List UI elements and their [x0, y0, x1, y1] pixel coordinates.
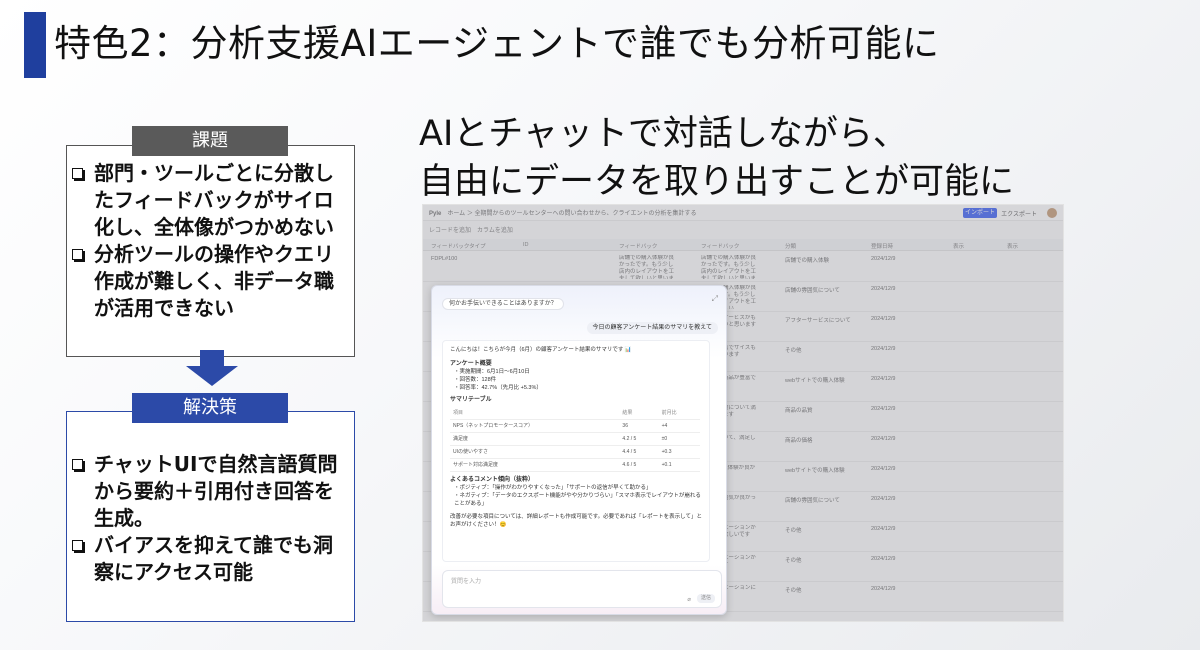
solution-item: チャットUIで自然言語質問から要約＋引用付き回答を生成。	[72, 451, 348, 532]
comment-item: ・ポジティブ：「操作がわかりやすくなった」「サポートの返信が早くて助かる」	[454, 485, 652, 491]
checkbox-bullet-icon	[72, 451, 94, 478]
survey-heading: アンケート概要	[450, 361, 492, 367]
summary-table: 項目 結果 前月比 NPS（ネットプロモータースコア） 36 +4 満足度 4.2 /…	[450, 407, 700, 472]
problem-item: 分析ツールの操作やクエリ作成が難しく、非データ職が活用できない	[72, 241, 352, 322]
solution-list: チャットUIで自然言語質問から要約＋引用付き回答を生成。 バイアスを抑えて誰でも…	[72, 451, 348, 586]
headline: AIとチャットで対話しながら、 自由にデータを取り出すことが可能に	[419, 110, 1119, 206]
slide-title: 特色2：分析支援AIエージェントで誰でも分析可能に	[54, 22, 940, 65]
down-arrow-icon	[186, 350, 238, 386]
assistant-answer: こんにちは！こちらが今月（6月）の顧客アンケート結果のサマリです 📊 アンケート…	[442, 340, 710, 562]
product-screenshot: Pyle ホーム ＞ 全期間からのツールセンターへの問い合わせから、クライエント…	[422, 204, 1064, 622]
attach-icon[interactable]: ⌀	[687, 596, 691, 603]
chat-greeting: 何かお手伝いできることはありますか？	[442, 298, 564, 310]
survey-item: ・実施期間：6月1日〜6月10日	[454, 369, 530, 375]
expand-icon[interactable]: ⤢	[712, 294, 718, 304]
summary-col-header: 結果	[619, 407, 659, 420]
survey-item: ・回答数：128件	[454, 377, 497, 383]
problem-list: 部門・ツールごとに分散したフィードバックがサイロ化し、全体像がつかめない 分析ツ…	[72, 160, 352, 322]
chat-input[interactable]: 質問を入力 ⌀ 送信	[442, 570, 722, 608]
summary-row: 満足度 4.2 / 5 ±0	[450, 432, 700, 446]
checkbox-bullet-icon	[72, 241, 94, 268]
answer-intro: こんにちは！こちらが今月（6月）の顧客アンケート結果のサマリです 📊	[450, 347, 632, 353]
summary-row: NPS（ネットプロモータースコア） 36 +4	[450, 419, 700, 433]
user-message: 今日の顧客アンケート結果のサマリを教えて	[586, 322, 718, 334]
summary-heading: サマリテーブル	[450, 397, 492, 403]
comment-item: ・ネガティブ：「データのエクスポート機能がやや分かりづらい」「スマホ表示でレイア…	[454, 493, 701, 507]
chat-panel: 何かお手伝いできることはありますか？ ⤢ 今日の顧客アンケート結果のサマリを教え…	[431, 285, 727, 615]
headline-line-2: 自由にデータを取り出すことが可能に	[419, 162, 1015, 202]
problem-item: 部門・ツールごとに分散したフィードバックがサイロ化し、全体像がつかめない	[72, 160, 352, 241]
summary-row: UIの使いやすさ 4.4 / 5 +0.3	[450, 445, 700, 459]
checkbox-bullet-icon	[72, 532, 94, 559]
summary-row: サポート対応満足度 4.6 / 5 +0.1	[450, 458, 700, 472]
chat-input-placeholder: 質問を入力	[451, 579, 482, 585]
solution-item: バイアスを抑えて誰でも洞察にアクセス可能	[72, 532, 348, 586]
send-button[interactable]: 送信	[696, 594, 715, 603]
summary-col-header: 前月比	[658, 407, 700, 420]
checkbox-bullet-icon	[72, 160, 94, 187]
answer-closing: 改善が必要な項目については、詳細レポートも作成可能です。必要であれば「レポートを…	[450, 514, 702, 528]
title-accent-bar	[24, 12, 46, 78]
comments-heading: よくあるコメント傾向（抜粋）	[450, 477, 535, 483]
solution-label: 解決策	[132, 393, 288, 423]
headline-line-1: AIとチャットで対話しながら、	[419, 114, 908, 154]
summary-col-header: 項目	[450, 407, 620, 420]
survey-item: ・回答率：42.7%（先月比 +5.3%）	[454, 385, 542, 391]
problem-label: 課題	[132, 126, 288, 156]
